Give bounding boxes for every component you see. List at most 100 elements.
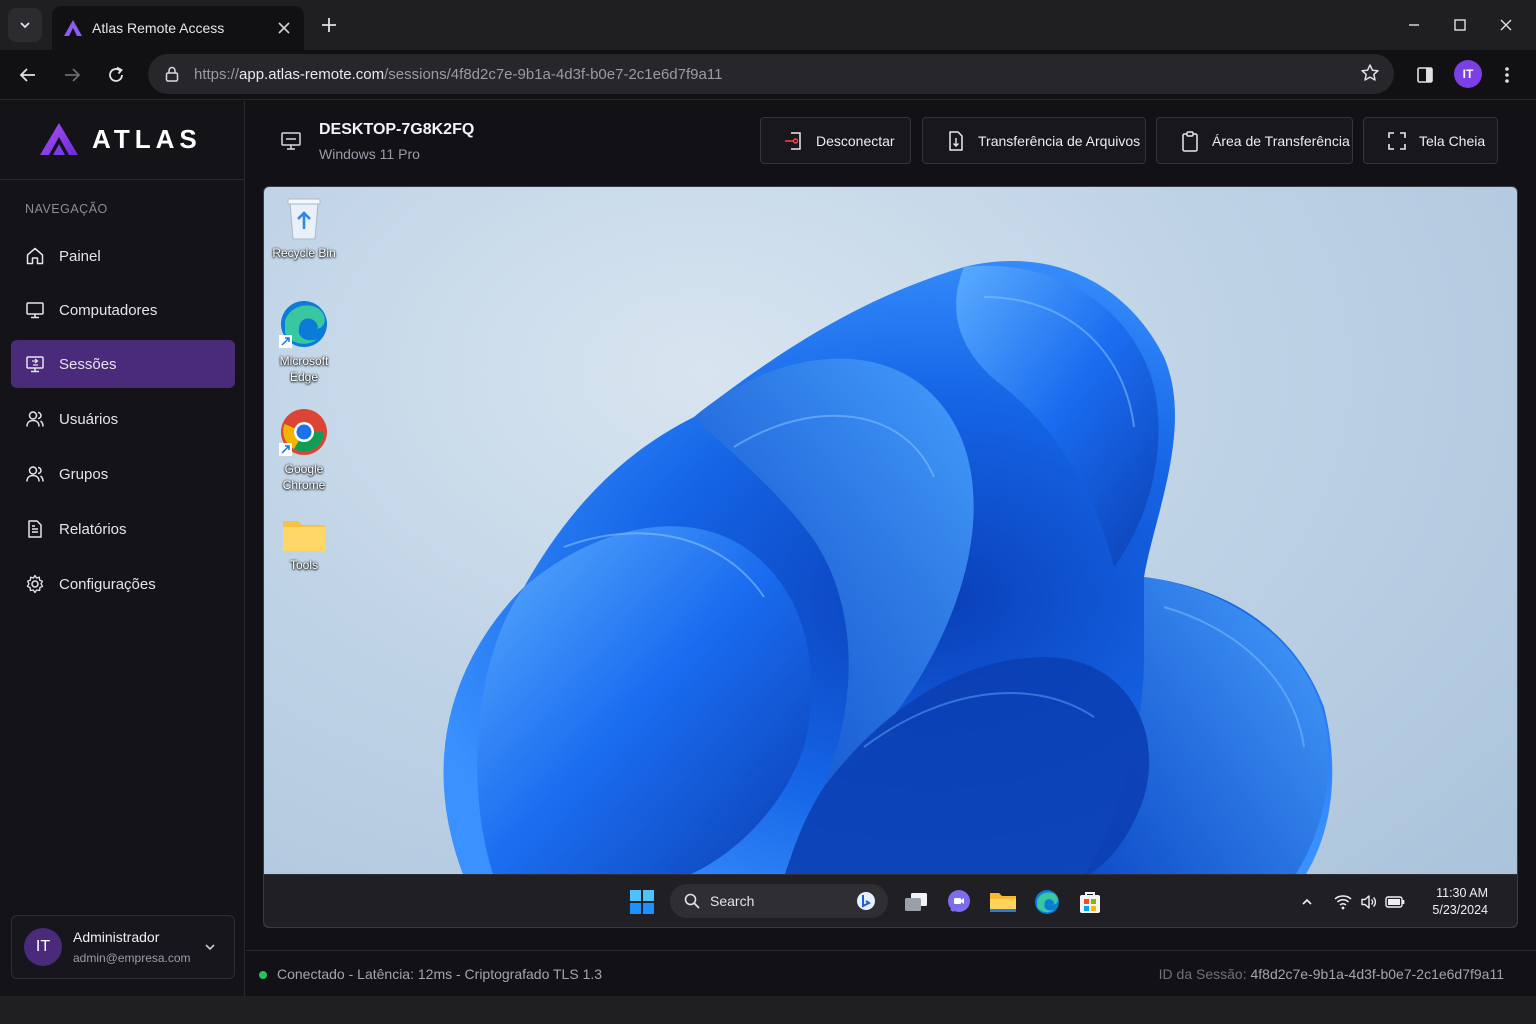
bookmark-star-icon[interactable] [1360,63,1380,88]
new-tab-button[interactable] [314,10,344,40]
sidebar-item-label: Grupos [59,465,109,483]
tab-search-button[interactable] [8,8,42,42]
reload-button[interactable] [99,58,133,92]
address-bar[interactable]: https://app.atlas-remote.com/sessions/4f… [148,54,1394,94]
file-transfer-button[interactable]: Transferência de Arquivos [922,117,1146,164]
profile-avatar[interactable]: IT [1454,60,1482,88]
user-icon [25,409,45,429]
browser-menu-button[interactable] [1490,58,1524,92]
sidebar-item-label: Sessões [59,355,117,373]
chrome-icon [279,409,327,456]
taskbar-search-placeholder: Search [710,893,755,909]
desktop-icon-edge[interactable]: Microsoft Edge [268,299,340,385]
sidebar-item-label: Configurações [59,575,156,593]
close-icon [1500,19,1512,31]
nav-heading: NAVEGAÇÃO [25,202,108,216]
computer-icon [280,131,302,156]
forward-button[interactable] [55,58,89,92]
browser-tab[interactable]: Atlas Remote Access [52,6,304,50]
status-bar: Conectado - Latência: 12ms - Criptografa… [246,950,1536,996]
main-content: DESKTOP-7G8K2FQ Windows 11 Pro Desconect… [246,101,1536,996]
sidebar-item-usuarios[interactable]: Usuários [11,395,235,443]
browser-toolbar: https://app.atlas-remote.com/sessions/4f… [0,50,1536,100]
taskbar-clock[interactable]: 11:30 AM 5/23/2024 [1416,885,1488,919]
sidebar-item-painel[interactable]: Painel [11,232,235,280]
sidebar: ATLAS NAVEGAÇÃO Painel Computadores Sess… [0,101,245,996]
edge-icon [279,301,327,348]
minimize-button[interactable] [1394,8,1434,42]
remote-taskbar: Search 11:30 AM 5/23/2024 [264,874,1517,927]
battery-icon[interactable] [1384,891,1406,913]
teams-chat-icon[interactable] [944,887,974,917]
atlas-logo-icon [40,123,78,155]
remote-desktop-viewport[interactable]: Recycle Bin Microsoft Edge Google Chrome… [263,186,1518,928]
edge-taskbar-icon[interactable] [1032,887,1062,917]
connection-status-text: Conectado - Latência: 12ms - Criptografa… [277,966,603,982]
disconnect-button[interactable]: Desconectar [760,117,911,164]
clock-date: 5/23/2024 [1432,903,1488,917]
users-icon [25,464,45,484]
window-bottom-edge [0,996,1536,1024]
device-name: DESKTOP-7G8K2FQ [319,121,475,138]
sidebar-item-relatorios[interactable]: Relatórios [11,505,235,553]
side-panel-icon [1417,67,1433,83]
sidebar-item-label: Usuários [59,410,119,428]
close-window-button[interactable] [1486,8,1526,42]
user-info: Administrador admin@empresa.com [73,929,200,965]
sidebar-item-configuracoes[interactable]: Configurações [11,560,235,608]
task-view-icon[interactable] [901,887,931,917]
bing-icon[interactable] [856,891,876,914]
sidebar-item-label: Painel [59,247,101,265]
wallpaper-bloom [443,261,1333,877]
search-icon [684,893,700,909]
store-icon[interactable] [1075,887,1105,917]
maximize-button[interactable] [1440,8,1480,42]
arrow-right-icon [65,68,81,82]
url-scheme: https:// [194,65,240,83]
file-transfer-label: Transferência de Arquivos [978,132,1141,149]
sidebar-divider [0,179,245,180]
maximize-icon [1454,19,1466,31]
wifi-icon[interactable] [1332,891,1354,913]
user-email: admin@empresa.com [73,951,191,965]
fullscreen-button[interactable]: Tela Cheia [1363,117,1498,164]
chevron-down-icon [20,22,30,29]
clipboard-icon [1179,130,1201,152]
avatar: IT [24,928,62,966]
session-id-value: 4f8d2c7e-9b1a-4d3f-b0e7-2c1e6d7f9a11 [1250,966,1504,982]
device-os: Windows 11 Pro [319,146,420,162]
sidebar-item-sessoes[interactable]: Sessões [11,340,235,388]
desktop-icon-chrome[interactable]: Google Chrome [268,407,340,493]
desktop-icon-label: Google Chrome [282,462,326,492]
desktop-icon-label: Tools [289,558,318,572]
url-path: /sessions/4f8d2c7e-9b1a-4d3f-b0e7-2c1e6d… [384,65,723,83]
side-panel-button[interactable] [1408,58,1442,92]
folder-icon [283,521,325,551]
atlas-logo[interactable]: ATLAS [40,123,202,155]
volume-icon[interactable] [1358,891,1380,913]
user-menu[interactable]: IT Administrador admin@empresa.com [11,915,235,979]
arrow-left-icon [19,68,35,82]
windows-start-icon[interactable] [627,887,657,917]
remote-session-icon [25,354,45,374]
browser-tab-bar: Atlas Remote Access [0,0,1536,50]
gear-icon [25,574,45,594]
desktop-icon-tools[interactable]: Tools [268,515,340,573]
tab-title: Atlas Remote Access [92,20,225,36]
fullscreen-icon [1386,130,1408,152]
chevron-down-icon[interactable] [200,940,220,954]
lock-icon[interactable] [162,64,182,84]
tab-close-icon[interactable] [270,14,298,42]
file-transfer-icon [945,130,967,152]
chevron-up-icon[interactable] [1296,891,1318,913]
reload-icon [109,66,123,82]
taskbar-search[interactable]: Search [670,884,888,918]
clipboard-button[interactable]: Área de Transferência [1156,117,1353,164]
url-host: app.atlas-remote.com [239,65,385,83]
report-icon [25,519,45,539]
sidebar-item-grupos[interactable]: Grupos [11,450,235,498]
file-explorer-icon[interactable] [988,887,1018,917]
desktop-icon-recycle-bin[interactable]: Recycle Bin [268,195,340,261]
sidebar-item-computadores[interactable]: Computadores [11,286,235,334]
back-button[interactable] [11,58,45,92]
